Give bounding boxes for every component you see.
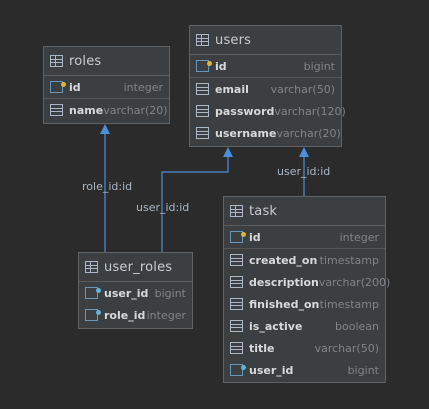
table-row[interactable]: user_id bigint [224,359,385,381]
column-type: varchar(120) [274,104,346,118]
column-name: created_on [249,253,318,267]
column-name: finished_on [249,297,320,311]
primary-key-icon [50,81,66,93]
column-name: user_id [249,363,294,377]
column-name: id [69,80,81,94]
table-task[interactable]: task id integer created_on timestamp des… [223,196,390,383]
table-row[interactable]: name varchar(20) [44,99,169,121]
column-type: varchar(20) [103,103,168,117]
table-row[interactable]: password varchar(120) [190,100,346,122]
relation-label-role-id: role_id:id [82,180,133,193]
column-name: id [215,59,227,73]
column-type: integer [146,308,186,322]
column-name: role_id [104,308,146,322]
table-title: users [215,32,252,48]
primary-key-icon [230,231,246,243]
column-type: bigint [154,286,186,300]
table-header: user_roles [79,253,192,282]
relation-label-user-roles-user-id: user_id:id [136,201,190,214]
table-row[interactable]: id integer [44,76,169,99]
arrowhead-users-right [299,147,309,157]
table-row[interactable]: role_id integer [79,304,192,326]
column-name: password [215,104,275,118]
table-row[interactable]: finished_on timestamp [224,293,385,315]
table-roles[interactable]: roles id integer name varchar(20) [43,46,170,124]
primary-key-icon [196,60,212,72]
column-type: integer [339,230,379,244]
table-user-roles[interactable]: user_roles user_id bigint role_id intege… [78,252,193,329]
column-icon [196,127,209,139]
foreign-key-icon [85,309,101,321]
column-icon [230,276,243,288]
table-title: user_roles [104,259,173,275]
column-icon [230,342,243,354]
table-title: task [249,203,278,219]
column-type: varchar(20) [276,126,341,140]
column-name: is_active [249,319,303,333]
table-header: users [190,26,341,55]
table-icon [196,34,209,46]
foreign-key-icon [230,364,246,376]
column-icon [196,105,209,117]
table-row[interactable]: id bigint [190,55,341,78]
column-icon [50,104,63,116]
column-type: varchar(200) [318,275,391,289]
column-name: description [249,275,319,289]
table-icon [85,261,98,273]
column-name: title [249,341,275,355]
table-row[interactable]: title varchar(50) [224,337,385,359]
arrowhead-users-left [223,147,233,157]
column-type: timestamp [319,253,379,267]
column-type: varchar(50) [314,341,379,355]
table-icon [230,205,243,217]
arrowhead-roles [100,124,110,134]
table-header: task [224,197,385,226]
table-row[interactable]: created_on timestamp [224,249,385,271]
table-row[interactable]: user_id bigint [79,282,192,304]
table-users[interactable]: users id bigint email varchar(50) passwo… [189,25,346,147]
column-name: id [249,230,261,244]
column-type: integer [123,80,163,94]
table-row[interactable]: description varchar(200) [224,271,390,293]
table-header: roles [44,47,169,76]
column-icon [230,298,243,310]
column-type: boolean [335,319,379,333]
table-row[interactable]: username varchar(20) [190,122,341,144]
table-icon [50,55,63,67]
column-name: email [215,82,249,96]
column-type: bigint [347,363,379,377]
column-name: name [69,103,104,117]
table-row[interactable]: is_active boolean [224,315,385,337]
table-row[interactable]: id integer [224,226,385,249]
column-type: varchar(50) [270,82,335,96]
relation-label-task-user-id: user_id:id [277,165,331,178]
table-title: roles [69,53,102,69]
column-name: username [215,126,277,140]
column-icon [230,254,243,266]
foreign-key-icon [85,287,101,299]
column-name: user_id [104,286,149,300]
table-row[interactable]: email varchar(50) [190,78,341,100]
column-icon [196,83,209,95]
column-type: bigint [303,59,335,73]
column-icon [230,320,243,332]
column-type: timestamp [319,297,379,311]
